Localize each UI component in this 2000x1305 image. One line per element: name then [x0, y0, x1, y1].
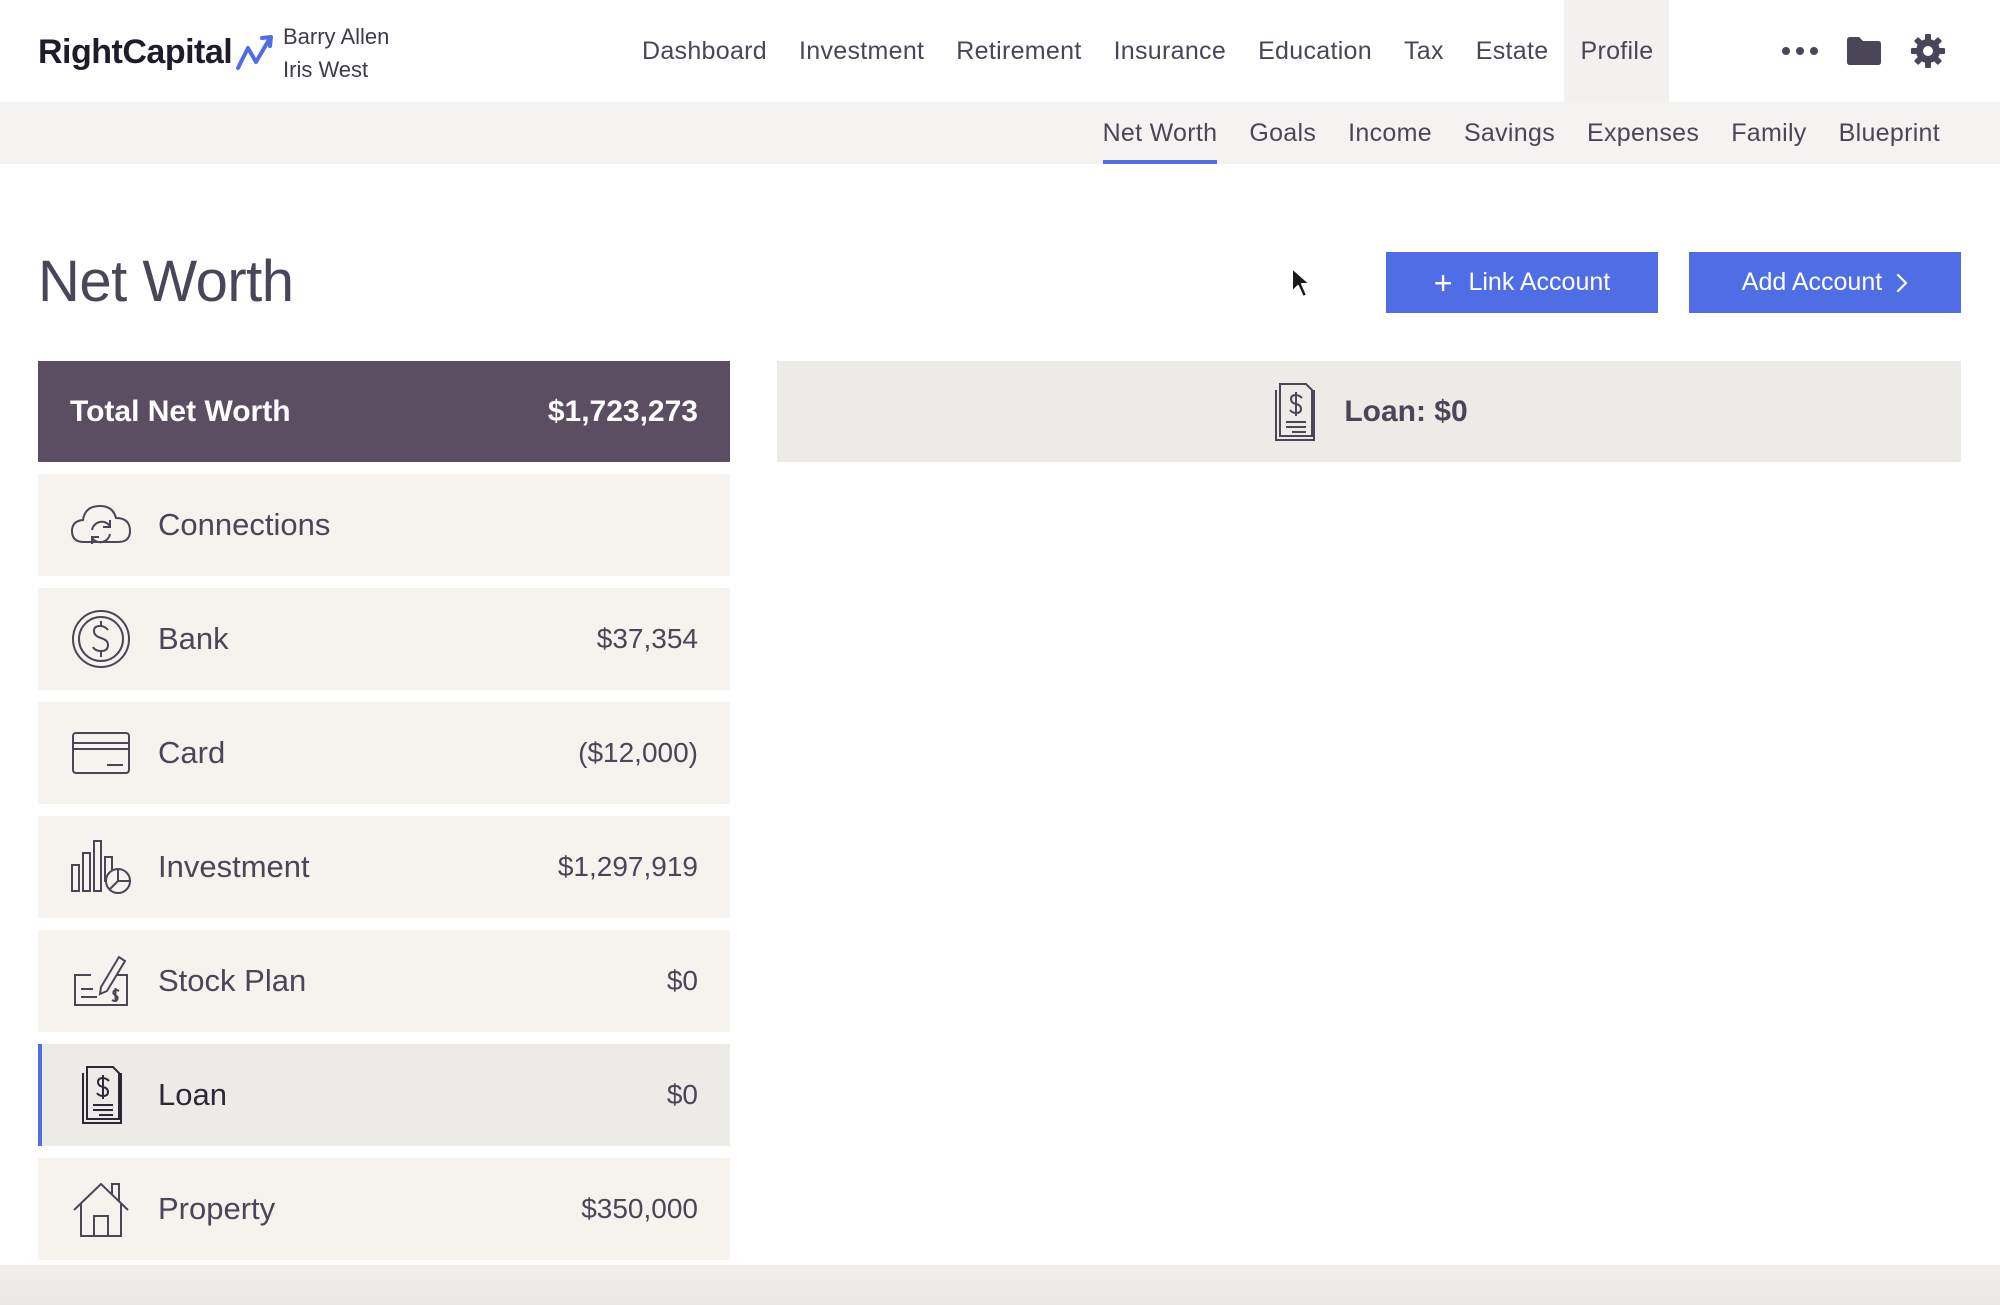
link-account-button[interactable]: + Link Account [1386, 252, 1658, 313]
category-value: $350,000 [581, 1193, 698, 1224]
chevron-right-icon [1897, 273, 1908, 292]
nav-dashboard[interactable]: Dashboard [626, 0, 783, 102]
category-label: Investment [158, 849, 310, 884]
nav-insurance[interactable]: Insurance [1098, 0, 1243, 102]
category-investment[interactable]: Investment $1,297,919 [38, 816, 730, 918]
brand-name: RightCapital [38, 32, 233, 71]
category-value: $1,297,919 [557, 851, 698, 882]
folder-icon[interactable] [1832, 0, 1896, 102]
house-icon [70, 1178, 132, 1240]
add-account-button[interactable]: Add Account [1689, 252, 1961, 313]
credit-card-icon [70, 722, 132, 784]
tab-net-worth[interactable]: Net Worth [1087, 102, 1234, 164]
category-property[interactable]: Property $350,000 [38, 1158, 730, 1260]
category-value: $0 [666, 1079, 698, 1110]
top-bar: RightCapital Barry Allen Iris West Dashb… [0, 0, 2000, 102]
link-account-label: Link Account [1468, 268, 1611, 296]
loan-detail-header: Loan: $0 [777, 361, 1961, 462]
brand-logo[interactable]: RightCapital [38, 30, 278, 74]
nav-tax[interactable]: Tax [1388, 0, 1460, 102]
category-value: ($12,000) [578, 737, 698, 768]
category-bank[interactable]: Bank $37,354 [38, 588, 730, 690]
nav-estate[interactable]: Estate [1460, 0, 1565, 102]
total-net-worth-label: Total Net Worth [70, 394, 291, 428]
category-loan[interactable]: Loan $0 [38, 1044, 730, 1146]
tab-savings[interactable]: Savings [1448, 102, 1571, 164]
tab-expenses[interactable]: Expenses [1571, 102, 1715, 164]
main-nav: Dashboard Investment Retirement Insuranc… [626, 0, 1670, 102]
add-account-label: Add Account [1741, 268, 1883, 296]
plus-icon: + [1433, 264, 1453, 301]
category-label: Loan [158, 1077, 227, 1112]
client-names[interactable]: Barry Allen Iris West [283, 20, 389, 86]
nav-investment[interactable]: Investment [783, 0, 940, 102]
nav-education[interactable]: Education [1242, 0, 1388, 102]
investment-chart-icon [70, 836, 132, 898]
dollar-coin-icon [70, 608, 132, 670]
client-name: Barry Allen [283, 24, 390, 49]
top-icons [1768, 0, 1960, 102]
nav-retirement[interactable]: Retirement [940, 0, 1097, 102]
cloud-sync-icon [70, 494, 132, 556]
category-label: Card [158, 735, 226, 770]
tab-blueprint[interactable]: Blueprint [1823, 102, 1956, 164]
tab-goals[interactable]: Goals [1233, 102, 1332, 164]
gear-icon[interactable] [1896, 0, 1960, 102]
category-label: Property [158, 1191, 276, 1226]
nav-profile[interactable]: Profile [1564, 0, 1670, 102]
category-connections[interactable]: Connections [38, 474, 730, 576]
category-label: Stock Plan [158, 963, 307, 998]
more-icon[interactable] [1768, 0, 1832, 102]
bottom-strip [0, 1265, 2000, 1305]
category-list: Connections Bank $37,354 Card ($12,000) [38, 474, 730, 1272]
client-name: Iris West [283, 57, 369, 82]
loan-document-icon [70, 1064, 132, 1126]
category-card[interactable]: Card ($12,000) [38, 702, 730, 804]
total-net-worth-bar: Total Net Worth $1,723,273 [38, 361, 730, 462]
category-stock-plan[interactable]: Stock Plan $0 [38, 930, 730, 1032]
sub-nav: Net Worth Goals Income Savings Expenses … [0, 102, 2000, 164]
mouse-cursor-icon [1291, 267, 1311, 298]
page-title: Net Worth [38, 249, 294, 314]
tab-income[interactable]: Income [1332, 102, 1448, 164]
category-value: $0 [666, 965, 698, 996]
total-net-worth-value: $1,723,273 [547, 394, 698, 428]
category-label: Connections [158, 507, 331, 542]
detail-title: Loan: $0 [1344, 394, 1468, 428]
loan-document-icon [1275, 382, 1316, 441]
category-value: $37,354 [596, 623, 698, 654]
brand-arrow-icon [236, 35, 274, 70]
category-label: Bank [158, 621, 229, 656]
tab-family[interactable]: Family [1715, 102, 1822, 164]
stock-plan-check-icon [70, 950, 132, 1012]
